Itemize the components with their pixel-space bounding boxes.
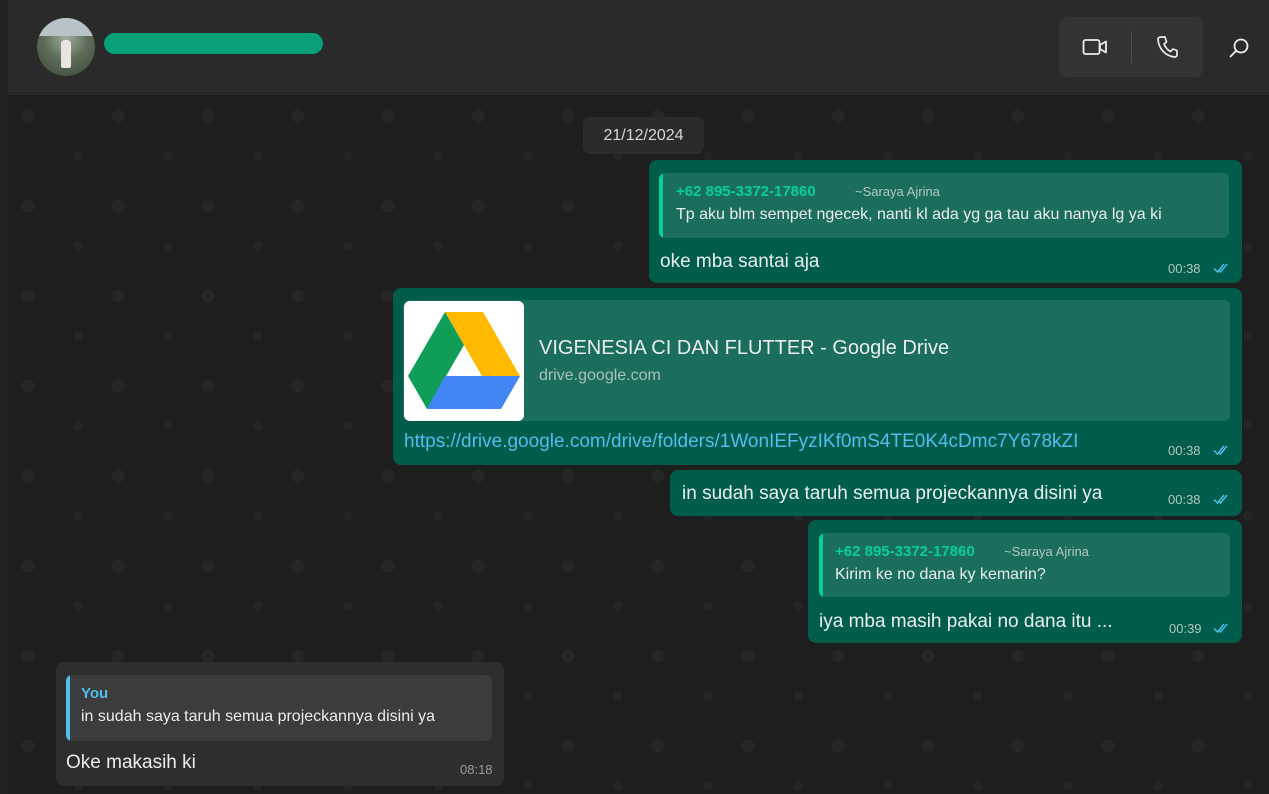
message-time: 00:38 [1168,261,1201,276]
message-link[interactable]: https://drive.google.com/drive/folders/1… [404,431,1078,453]
contact-avatar[interactable] [37,18,95,76]
link-preview-domain: drive.google.com [539,367,661,384]
message-time: 08:18 [460,762,493,777]
search-button[interactable] [1224,33,1254,63]
quoted-sender-you: You [81,685,109,702]
video-camera-icon [1082,39,1107,55]
link-preview-title: VIGENESIA CI DAN FLUTTER - Google Drive [539,337,950,359]
read-ticks-icon [1213,445,1228,456]
quoted-message[interactable]: +62 895-3372-17860 ~Saraya Ajrina Tp aku… [659,173,1229,238]
message-text: Oke makasih ki [66,752,196,773]
call-button-group [1059,17,1203,77]
google-drive-icon [408,312,520,409]
search-icon [1229,38,1249,58]
link-preview-thumbnail [404,301,524,421]
contact-name-redacted[interactable] [104,33,323,54]
message-text: in sudah saya taruh semua projeckannya d… [682,483,1103,504]
quoted-sender-alias: ~Saraya Ajrina [855,184,940,199]
message-bubble-outgoing[interactable]: in sudah saya taruh semua projeckannya d… [670,470,1242,516]
message-text: oke mba santai aja [660,251,820,272]
video-call-button[interactable] [1059,17,1131,77]
message-bubble-incoming[interactable]: You in sudah saya taruh semua projeckann… [56,662,504,786]
message-bubble-outgoing[interactable]: +62 895-3372-17860 ~Saraya Ajrina Tp aku… [649,160,1242,283]
message-bubble-outgoing[interactable]: +62 895-3372-17860 ~Saraya Ajrina Kirim … [808,520,1242,643]
quoted-sender-phone: +62 895-3372-17860 [676,183,816,200]
quoted-sender-phone: +62 895-3372-17860 [835,543,975,560]
date-separator: 21/12/2024 [583,117,704,154]
voice-call-button[interactable] [1131,17,1203,77]
message-time: 00:39 [1169,621,1202,636]
quoted-message[interactable]: +62 895-3372-17860 ~Saraya Ajrina Kirim … [819,533,1230,597]
quoted-text: Tp aku blm sempet ngecek, nanti kl ada y… [676,206,1162,223]
link-preview-frame[interactable] [403,300,1230,421]
message-text: iya mba masih pakai no dana itu ... [819,611,1113,632]
message-time: 00:38 [1168,492,1201,507]
read-ticks-icon [1213,623,1228,634]
quoted-message[interactable]: You in sudah saya taruh semua projeckann… [66,675,492,741]
message-time: 00:38 [1168,443,1201,458]
message-bubble-outgoing[interactable]: VIGENESIA CI DAN FLUTTER - Google Drive … [393,288,1242,465]
chat-header [0,0,1269,96]
quoted-sender-alias: ~Saraya Ajrina [1004,544,1089,559]
read-ticks-icon [1213,494,1228,505]
quoted-text: Kirim ke no dana ky kemarin? [835,566,1046,583]
read-ticks-icon [1213,263,1228,274]
phone-icon [1157,36,1178,58]
quoted-text: in sudah saya taruh semua projeckannya d… [81,708,435,725]
window-edge [0,0,8,794]
